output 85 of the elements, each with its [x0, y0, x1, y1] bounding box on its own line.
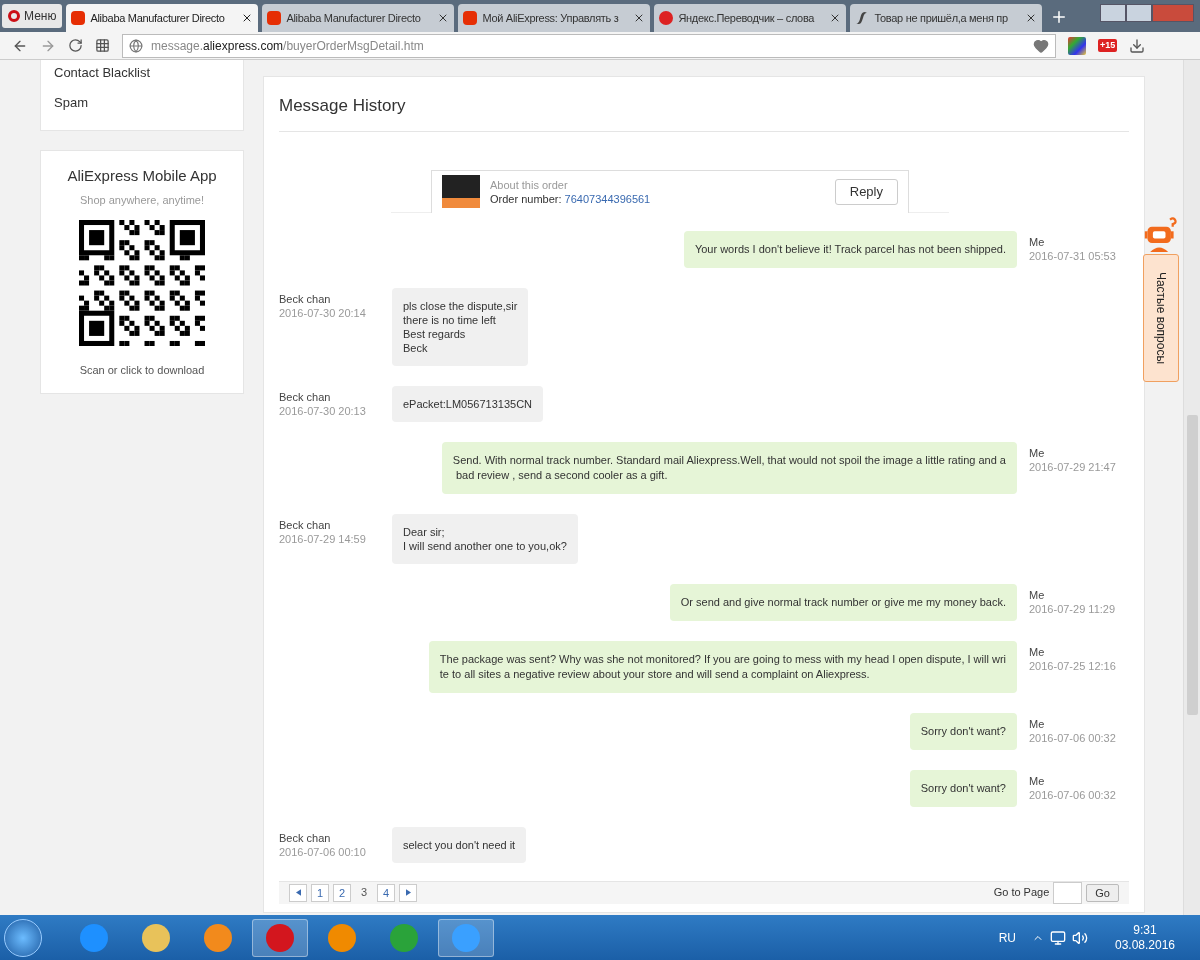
- grid-icon[interactable]: [95, 38, 110, 53]
- order-number: Order number: 76407344396561: [490, 191, 652, 206]
- page-button[interactable]: 2: [333, 883, 351, 902]
- author-name: Me: [1029, 587, 1046, 602]
- tab-title: Alibaba Manufacturer Directo: [286, 10, 422, 26]
- window-controls-drawing[interactable]: [1100, 4, 1194, 22]
- reply-button[interactable]: Reply: [834, 178, 898, 205]
- order-link[interactable]: 76407344396561: [564, 192, 651, 205]
- help-tab-label: Частые вопросы: [1153, 271, 1169, 365]
- o-logo-icon: [8, 10, 20, 22]
- panel-title: Message History: [279, 77, 1129, 132]
- reload-icon[interactable]: [68, 38, 83, 53]
- sidebar-link[interactable]: Spam: [54, 92, 230, 112]
- author-name: Beck chan: [279, 389, 332, 404]
- download-caption[interactable]: Scan or click to download: [79, 362, 205, 379]
- right-triangle-icon: [405, 889, 411, 896]
- sent-message: Sorry don't want?: [909, 769, 1017, 807]
- browser-tab[interactable]: Alibaba Manufacturer Directo: [66, 4, 259, 32]
- received-message: pls close the dispute,sir there is no time left Best regards Beck: [392, 287, 529, 366]
- message-time: 2016-07-31 05:53: [1029, 248, 1117, 263]
- address-field[interactable]: message.aliexpress.com/buyerOrderMsgDetail.htm: [122, 33, 1056, 58]
- message-time: 2016-07-30 20:14: [279, 305, 367, 320]
- page-button[interactable]: 1: [311, 883, 329, 902]
- browser-tab[interactable]: Alibaba Manufacturer Directo: [262, 4, 455, 32]
- language-indicator[interactable]: RU: [998, 928, 1016, 947]
- message-time: 2016-07-25 12:16: [1029, 658, 1117, 673]
- help-tab[interactable]: Частые вопросы: [1143, 254, 1179, 382]
- sent-message: Your words I don't believe it! Track parcel has not been shipped.: [683, 230, 1017, 268]
- volume-icon[interactable]: [1072, 929, 1088, 946]
- author-name: Me: [1029, 644, 1046, 659]
- author-name: Me: [1029, 234, 1046, 249]
- message-time: 2016-07-29 11:29: [1029, 601, 1117, 616]
- url-text: message.aliexpress.com/buyerOrderMsgDetail.htm: [151, 37, 424, 55]
- order-label: About this order: [490, 177, 569, 192]
- left-triangle-icon: [295, 889, 301, 896]
- received-message: Dear sir; I will send another one to you,ok?: [392, 513, 578, 564]
- clock-time[interactable]: 9:31: [1133, 922, 1157, 938]
- network-icon[interactable]: [1050, 929, 1066, 946]
- scrollbar[interactable]: [1183, 60, 1200, 915]
- page-input[interactable]: [1053, 881, 1083, 904]
- author-name: Beck chan: [279, 517, 332, 532]
- product-photo-placeholder: [442, 175, 480, 208]
- received-message: select you don't need it: [392, 826, 527, 863]
- sent-message: Sorry don't want?: [909, 712, 1017, 750]
- extension-badge[interactable]: +15: [1098, 38, 1118, 53]
- browser-tab[interactable]: Мой AliExpress: Управлять з: [458, 4, 651, 32]
- author-name: Me: [1029, 716, 1046, 731]
- go-button[interactable]: Go: [1086, 883, 1119, 902]
- heart-icon[interactable]: [1033, 37, 1049, 54]
- received-message: ePacket:LM056713135CN: [392, 385, 544, 422]
- previous-page-button[interactable]: [289, 883, 307, 902]
- message-time: 2016-07-06 00:10: [279, 844, 367, 859]
- author-name: Me: [1029, 445, 1046, 460]
- author-name: Beck chan: [279, 291, 332, 306]
- tab-title: Мой AliExpress: Управлять з: [482, 10, 620, 26]
- sidebar-link[interactable]: Contact Blacklist: [54, 63, 230, 83]
- tab-title: Alibaba Manufacturer Directo: [90, 10, 226, 26]
- download-icon[interactable]: [1129, 37, 1146, 54]
- message-time: 2016-07-29 21:47: [1029, 459, 1117, 474]
- card-subtitle: Shop anywhere, anytime!: [79, 192, 205, 208]
- globe-icon: [129, 38, 143, 53]
- qr-code-icon[interactable]: [79, 220, 205, 346]
- extension-icon[interactable]: [1068, 36, 1086, 55]
- message-time: 2016-07-06 00:32: [1029, 730, 1117, 745]
- taskbar-app-icon[interactable]: [252, 918, 308, 957]
- next-page-button[interactable]: [399, 883, 417, 902]
- sent-message: Send. With normal track number. Standard mail Aliexpress.Well, that would not spoil the image a little rating and a bad review , send a second cooler as a gift.: [441, 441, 1017, 494]
- message-time: 2016-07-30 20:13: [279, 403, 367, 418]
- menu-button[interactable]: Меню: [2, 4, 63, 28]
- browser-tab[interactable]: Яндекс.Переводчик – слова: [654, 4, 847, 32]
- author-name: Beck chan: [279, 830, 332, 845]
- tab-title: Яндекс.Переводчик – слова: [678, 10, 816, 26]
- sent-message: Or send and give normal track number or give me my money back.: [669, 583, 1017, 621]
- message-time: 2016-07-29 14:59: [279, 531, 367, 546]
- card-title: AliExpress Mobile App: [67, 166, 217, 186]
- tab-title: Товар не пришёл,а меня пр: [874, 10, 1009, 26]
- start-button[interactable]: [4, 918, 42, 957]
- browser-tab[interactable]: Товар не пришёл,а меня пр: [850, 4, 1043, 32]
- page-button[interactable]: 4: [377, 883, 395, 902]
- author-name: Me: [1029, 773, 1046, 788]
- message-time: 2016-07-06 00:32: [1029, 787, 1117, 802]
- goto-label: Go to Page: [993, 885, 1050, 901]
- clock-date[interactable]: 03.08.2016: [1114, 937, 1176, 953]
- sent-message: The package was sent? Why was she not monitored? If you are going to mess with my head I open dispute, I will wri te to all sites a negative review about your store and will send a complaint on Aliexpress.: [428, 640, 1017, 693]
- page-button[interactable]: 3: [355, 883, 373, 902]
